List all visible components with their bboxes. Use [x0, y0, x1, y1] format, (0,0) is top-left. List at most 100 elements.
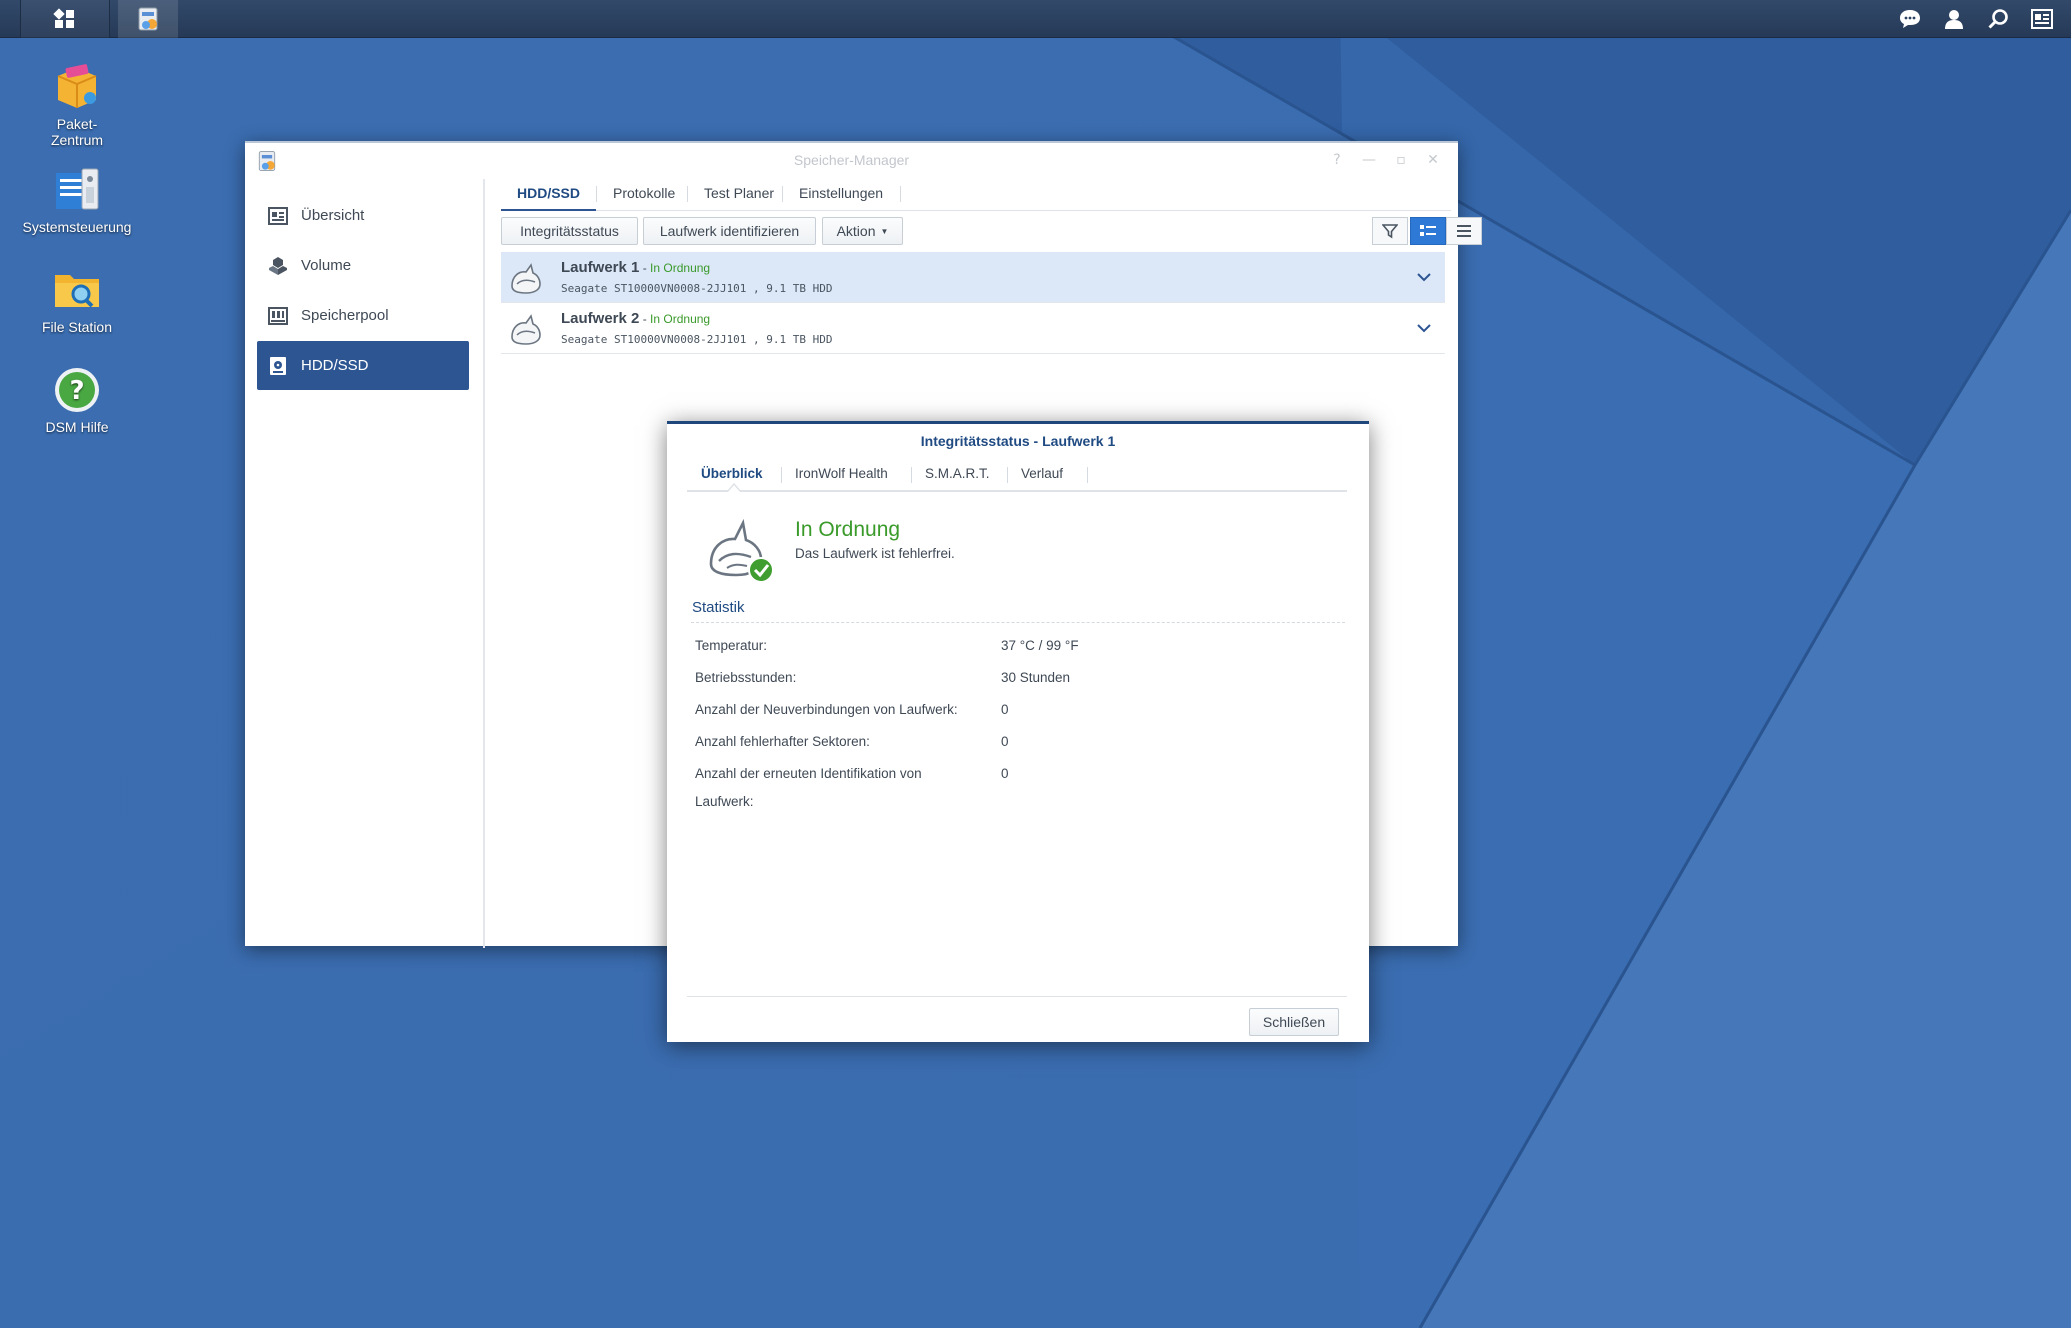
detail-view-button[interactable]	[1410, 217, 1446, 245]
tab-separator	[900, 186, 901, 202]
package-center-icon	[52, 62, 102, 112]
chat-button[interactable]	[1888, 0, 1932, 38]
tab-hdd-ssd[interactable]: HDD/SSD	[501, 175, 597, 211]
grid-icon	[53, 8, 74, 28]
desktop-icon-label: Systemsteuerung	[22, 219, 132, 235]
stat-label-reidentification: Anzahl der erneuten Identifikation von L…	[695, 766, 922, 809]
main-tabs: HDD/SSD Protokolle Test Planer Einstellu…	[501, 175, 1451, 211]
drive-name: Laufwerk 1 - In Ordnung	[561, 259, 711, 276]
dialog-tabs: Überblick IronWolf Health S.M.A.R.T. Ver…	[687, 458, 1347, 492]
window-help-button[interactable]: ?	[1328, 151, 1346, 169]
ironwolf-healthy-icon	[709, 518, 774, 583]
close-button[interactable]: Schließen	[1249, 1008, 1339, 1036]
drive-detail: Seagate ST10000VN0008-2JJ101 , 9.1 TB HD…	[561, 282, 833, 295]
dialog-title: Integritätsstatus - Laufwerk 1	[920, 433, 1116, 449]
help-icon: ?	[52, 365, 102, 415]
ironwolf-drive-icon	[511, 314, 541, 345]
sidebar-item-label: Volume	[301, 257, 352, 274]
tab-smart[interactable]: S.M.A.R.T.	[913, 458, 1002, 490]
ironwolf-drive-icon	[511, 263, 541, 294]
list-icon	[1457, 225, 1471, 237]
list-view-button[interactable]	[1446, 217, 1482, 245]
svg-text:?: ?	[69, 376, 84, 406]
drive-row[interactable]: Laufwerk 2 - In Ordnung Seagate ST10000V…	[501, 303, 1445, 354]
desktop-icon-control-panel[interactable]: Systemsteuerung	[12, 165, 142, 235]
drive-status: In Ordnung	[650, 312, 711, 326]
file-station-icon	[52, 265, 102, 315]
stat-value-temperature: 37 °C / 99 °F	[1001, 638, 1079, 653]
taskbar	[0, 0, 2071, 38]
stat-label-power-on-hours: Betriebsstunden:	[695, 670, 797, 685]
widgets-button[interactable]	[2020, 0, 2064, 38]
drive-row[interactable]: Laufwerk 1 - In Ordnung Seagate ST10000V…	[501, 252, 1445, 303]
section-divider	[691, 622, 1345, 623]
stat-label-reconnections: Anzahl der Neuverbindungen von Laufwerk:	[695, 702, 958, 717]
stat-value-reconnections: 0	[1001, 702, 1009, 717]
desktop-icon-label: Paket- Zentrum	[50, 116, 104, 148]
window-maximize-button[interactable]: ▫	[1392, 151, 1410, 169]
health-status-button[interactable]: Integritätsstatus	[501, 217, 638, 245]
sidebar-item-label: Speicherpool	[301, 307, 389, 324]
caret-down-icon: ▼	[880, 226, 889, 236]
sidebar-item-label: Übersicht	[301, 207, 365, 224]
search-icon	[1988, 9, 2008, 29]
storage-manager-icon	[138, 7, 158, 31]
action-label: Aktion	[836, 223, 876, 239]
identify-drive-button[interactable]: Laufwerk identifizieren	[643, 217, 816, 245]
stat-value-bad-sectors: 0	[1001, 734, 1009, 749]
close-icon: ✕	[1427, 152, 1439, 168]
minimize-icon: —	[1362, 152, 1376, 168]
control-panel-icon	[52, 165, 102, 215]
chat-icon	[1900, 10, 1920, 28]
desktop-icon-package-center[interactable]: Paket- Zentrum	[12, 62, 142, 148]
sidebar-item-label: HDD/SSD	[301, 357, 369, 374]
stat-value-reidentification: 0	[1001, 766, 1009, 781]
widgets-icon	[2031, 9, 2053, 29]
sidebar: Übersicht Volume Speicherpool HDD/SSD	[245, 179, 485, 948]
user-icon	[1945, 10, 1963, 29]
chevron-down-icon[interactable]	[1415, 268, 1433, 286]
drive-name: Laufwerk 2 - In Ordnung	[561, 310, 711, 327]
maximize-icon: ▫	[1396, 152, 1406, 168]
taskbar-storage-manager[interactable]	[118, 0, 178, 38]
window-titlebar[interactable]: Speicher-Manager ? — ▫ ✕	[245, 143, 1458, 179]
health-status-description: Das Laufwerk ist fehlerfrei.	[795, 546, 955, 561]
tab-protokolle[interactable]: Protokolle	[597, 175, 691, 211]
desktop-icon-dsm-help[interactable]: ? DSM Hilfe	[12, 365, 142, 435]
window-title: Speicher-Manager	[793, 152, 910, 168]
health-status-dialog: Integritätsstatus - Laufwerk 1 Überblick…	[667, 421, 1369, 1042]
desktop-icon-label: DSM Hilfe	[45, 419, 109, 435]
detail-list-icon	[1420, 225, 1436, 236]
stat-value-power-on-hours: 30 Stunden	[1001, 670, 1071, 685]
action-dropdown-button[interactable]: Aktion ▼	[822, 217, 903, 245]
stat-label-temperature: Temperatur:	[695, 638, 768, 653]
tab-test-planer[interactable]: Test Planer	[688, 175, 790, 211]
chevron-down-icon[interactable]	[1415, 319, 1433, 337]
dialog-footer-divider	[687, 996, 1347, 997]
window-minimize-button[interactable]: —	[1360, 151, 1378, 169]
main-menu-button[interactable]	[20, 0, 110, 38]
sidebar-item-storage-pool[interactable]: Speicherpool	[257, 291, 469, 340]
desktop-icon-file-station[interactable]: File Station	[12, 265, 142, 335]
tab-ironwolf-health[interactable]: IronWolf Health	[783, 458, 900, 490]
sidebar-item-hdd-ssd[interactable]: HDD/SSD	[257, 341, 469, 390]
desktop-icon-label: File Station	[41, 319, 113, 335]
user-button[interactable]	[1932, 0, 1976, 38]
search-button[interactable]	[1976, 0, 2020, 38]
health-status-title: In Ordnung	[795, 518, 901, 541]
sidebar-item-volume[interactable]: Volume	[257, 241, 469, 290]
window-close-button[interactable]: ✕	[1424, 151, 1442, 169]
filter-button[interactable]	[1372, 217, 1408, 245]
tab-separator	[1007, 467, 1008, 483]
tab-separator	[1087, 467, 1088, 483]
drive-detail: Seagate ST10000VN0008-2JJ101 , 9.1 TB HD…	[561, 333, 833, 346]
toolbar: Integritätsstatus Laufwerk identifiziere…	[501, 217, 1482, 247]
filter-icon	[1382, 224, 1398, 239]
help-icon: ?	[1333, 152, 1341, 168]
sidebar-item-overview[interactable]: Übersicht	[257, 191, 469, 240]
tab-separator	[781, 467, 782, 483]
tab-einstellungen[interactable]: Einstellungen	[783, 175, 899, 211]
tab-history[interactable]: Verlauf	[1009, 458, 1075, 490]
storage-pool-icon	[267, 305, 289, 327]
active-tab-pointer	[727, 483, 741, 492]
